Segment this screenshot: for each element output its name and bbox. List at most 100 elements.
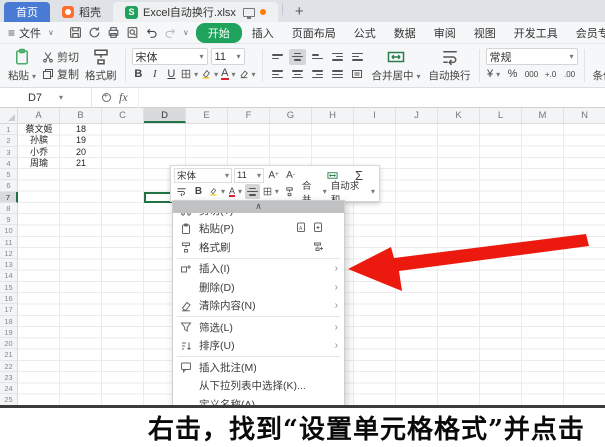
cell-B2[interactable]: 19	[60, 135, 102, 146]
underline-button[interactable]: U	[165, 66, 179, 82]
column-header-H[interactable]: H	[312, 108, 354, 123]
new-tab-button[interactable]: +	[287, 2, 312, 22]
distributed-button[interactable]	[349, 66, 366, 82]
mini-font-name-select[interactable]: 宋体 ▾	[174, 167, 232, 183]
conditional-format-button[interactable]: 条件格式▾	[589, 47, 605, 84]
align-right-button[interactable]	[309, 66, 326, 82]
mini-autosum-button[interactable]: 自动求和▾	[330, 181, 376, 206]
mini-fill-color-button[interactable]: ▾	[208, 184, 226, 199]
align-top-button[interactable]	[269, 49, 286, 65]
cell-B3[interactable]: 20	[60, 147, 102, 158]
brush-plus-icon[interactable]	[312, 240, 324, 255]
redo-button[interactable]	[164, 25, 177, 41]
row-header-19[interactable]: 19	[0, 326, 18, 339]
cell-B1[interactable]: 18	[60, 124, 102, 135]
row-header-21[interactable]: 21	[0, 349, 18, 361]
increase-indent-button[interactable]	[349, 49, 366, 65]
row-header-6[interactable]: 6	[0, 180, 18, 192]
column-header-L[interactable]: L	[480, 108, 522, 123]
borders-button[interactable]: ▾	[181, 66, 198, 82]
cell-A1[interactable]: 蔡文姬	[18, 124, 60, 135]
column-header-M[interactable]: M	[522, 108, 564, 123]
column-header-A[interactable]: A	[18, 108, 60, 123]
column-header-J[interactable]: J	[396, 108, 438, 123]
row-header-12[interactable]: 12	[0, 247, 18, 260]
cell-B4[interactable]: 21	[60, 158, 102, 169]
row-header-4[interactable]: 4	[0, 157, 18, 170]
align-bottom-button[interactable]	[309, 49, 326, 65]
context-menu-item-插入I[interactable]: 插入(I) ›	[173, 260, 344, 279]
paste-button[interactable]: 粘贴 ▾	[4, 47, 40, 84]
font-name-select[interactable]: 宋体 ▾	[131, 48, 208, 66]
italic-button[interactable]: I	[148, 66, 162, 82]
row-header-25[interactable]: 25	[0, 394, 18, 406]
cell-A2[interactable]: 孙膑	[18, 135, 60, 146]
merge-center-button[interactable]: 合并居中 ▾	[368, 47, 425, 84]
row-header-11[interactable]: 11	[0, 236, 18, 248]
row-header-24[interactable]: 24	[0, 383, 18, 395]
context-menu-item-粘贴P[interactable]: 粘贴(P) A	[173, 220, 344, 239]
ribbon-tab-视图[interactable]: 视图	[466, 23, 504, 43]
context-menu-item-清除内容N[interactable]: 清除内容(N) ›	[173, 297, 344, 316]
justify-button[interactable]	[329, 66, 346, 82]
column-header-C[interactable]: C	[102, 108, 144, 123]
context-menu-item-排序U[interactable]: 排序(U) ›	[173, 337, 344, 356]
paste-special-icon[interactable]	[312, 221, 324, 236]
decrease-indent-button[interactable]	[329, 49, 346, 65]
tab-document[interactable]: S Excel自动换行.xlsx	[113, 2, 278, 22]
ribbon-tab-审阅[interactable]: 审阅	[426, 23, 464, 43]
row-header-7[interactable]: 7	[0, 191, 18, 203]
align-middle-button[interactable]	[288, 48, 306, 65]
file-menu-button[interactable]: ≡ 文件 ∨	[0, 25, 62, 41]
column-header-D[interactable]: D	[144, 108, 186, 123]
ribbon-tab-会员专享[interactable]: 会员专享	[568, 23, 605, 43]
mini-bold-button[interactable]: B	[191, 184, 206, 199]
print-button[interactable]	[107, 25, 120, 41]
cell-A3[interactable]: 小乔	[18, 147, 60, 158]
grow-font-button[interactable]: A +	[266, 168, 281, 183]
row-header-8[interactable]: 8	[0, 202, 18, 215]
undo-button[interactable]	[145, 25, 158, 41]
ribbon-tab-公式[interactable]: 公式	[346, 23, 384, 43]
ribbon-tab-开始[interactable]: 开始	[195, 22, 242, 43]
toolbar-more-icon[interactable]: ∨	[183, 28, 189, 37]
align-left-button[interactable]	[269, 66, 286, 82]
context-menu-item-插入批注M[interactable]: 插入批注(M)	[173, 358, 344, 377]
copy-button[interactable]: 复制	[42, 66, 79, 84]
row-header-5[interactable]: 5	[0, 169, 18, 181]
format-painter-button[interactable]: 格式刷	[81, 47, 121, 84]
column-header-N[interactable]: N	[564, 108, 605, 123]
tab-store[interactable]: 稻壳	[50, 2, 113, 22]
bold-button[interactable]: B	[132, 66, 146, 82]
number-format-select[interactable]: 常规 ▾	[485, 48, 578, 65]
row-header-15[interactable]: 15	[0, 281, 18, 293]
print-preview-button[interactable]	[126, 25, 139, 41]
fill-color-button[interactable]: ▾	[201, 66, 218, 82]
column-header-B[interactable]: B	[60, 108, 102, 123]
mini-format-painter-button[interactable]	[282, 184, 297, 199]
mini-wrap-text-button[interactable]	[174, 184, 189, 199]
row-header-20[interactable]: 20	[0, 338, 18, 350]
context-menu-item-从下拉列表中选择K[interactable]: 从下拉列表中选择(K)...	[173, 377, 344, 396]
font-color-button[interactable]: A ▾	[221, 66, 236, 82]
ribbon-tab-页面布局[interactable]: 页面布局	[284, 23, 344, 43]
screen-share-icon[interactable]	[242, 7, 255, 19]
column-header-F[interactable]: F	[228, 108, 270, 123]
column-header-I[interactable]: I	[354, 108, 396, 123]
currency-button[interactable]: ¥ ▾	[486, 66, 502, 82]
row-header-10[interactable]: 10	[0, 225, 18, 237]
menu-scroll-up[interactable]: ∧	[173, 201, 344, 213]
mini-merge-button[interactable]: 合并▾	[301, 181, 328, 206]
zoom-formula-icon[interactable]	[102, 91, 111, 102]
decrease-decimal-button[interactable]: .00	[562, 66, 578, 82]
mini-align-middle-button[interactable]	[244, 184, 260, 200]
mini-font-size-select[interactable]: 11 ▾	[234, 167, 264, 183]
row-header-13[interactable]: 13	[0, 259, 18, 271]
row-header-2[interactable]: 2	[0, 135, 18, 147]
row-header-16[interactable]: 16	[0, 292, 18, 305]
ribbon-tab-开发工具[interactable]: 开发工具	[506, 23, 566, 43]
row-header-18[interactable]: 18	[0, 315, 18, 327]
row-header-23[interactable]: 23	[0, 371, 18, 384]
row-header-14[interactable]: 14	[0, 270, 18, 282]
mini-borders-button[interactable]: ▾	[262, 184, 280, 199]
